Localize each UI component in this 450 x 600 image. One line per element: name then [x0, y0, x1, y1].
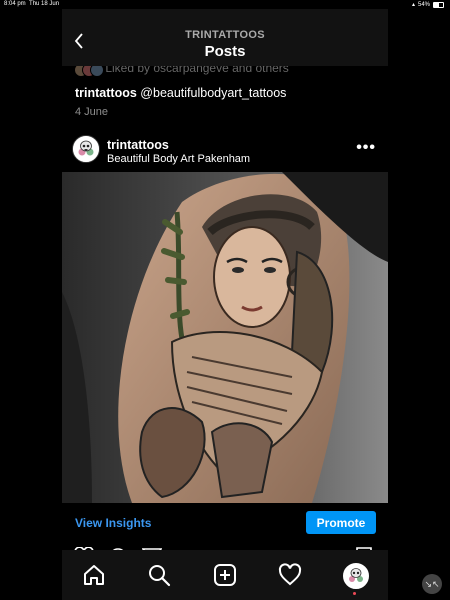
status-date: Thu 18 Jun — [29, 1, 60, 7]
status-bar: 8:04 pm Thu 18 Jun ▴ 54% — [0, 0, 450, 9]
status-time-date: 8:04 pm Thu 18 Jun — [4, 1, 59, 7]
search-icon — [149, 565, 171, 587]
battery-percent: 54% — [417, 1, 430, 8]
post-location[interactable]: Beautiful Body Art Pakenham — [107, 153, 250, 165]
top-nav-bar: TRINTATTOOS Posts — [62, 9, 388, 66]
battery-icon — [433, 1, 444, 8]
minimize-button[interactable]: ↘↖ — [422, 574, 442, 594]
tab-home[interactable] — [82, 563, 106, 587]
heart-icon — [278, 563, 302, 586]
more-options-button[interactable]: ••• — [356, 139, 376, 157]
insights-bar: View Insights Promote — [62, 503, 388, 543]
tab-activity[interactable] — [278, 563, 302, 587]
bottom-tab-bar — [62, 550, 388, 600]
promote-button[interactable]: Promote — [306, 511, 376, 534]
header-username: TRINTATTOOS — [185, 29, 265, 41]
caption-mention[interactable]: @beautifulbodyart_tattoos — [140, 86, 286, 100]
post-image[interactable] — [62, 172, 388, 503]
post-username[interactable]: trintattoos — [107, 138, 169, 152]
wifi-icon: ▴ — [411, 2, 415, 8]
post-caption: trintattoos @beautifulbodyart_tattoos — [75, 86, 286, 100]
instagram-app: TRINTATTOOS Posts Liked by oscarpangeve … — [62, 9, 388, 600]
status-time: 8:04 pm — [4, 1, 26, 7]
skull-logo-icon — [73, 136, 99, 162]
notification-dot — [353, 592, 356, 595]
home-icon — [84, 565, 104, 585]
caption-username[interactable]: trintattoos — [75, 86, 137, 100]
tattoo-photo — [62, 172, 388, 503]
liked-by-row[interactable]: Liked by oscarpangeve and others — [74, 66, 289, 76]
tab-search[interactable] — [147, 563, 171, 587]
liker-avatars — [74, 66, 104, 76]
avatar[interactable] — [72, 135, 100, 163]
post-date: 4 June — [75, 106, 109, 118]
plus-square-icon — [214, 564, 236, 586]
tab-profile[interactable] — [343, 563, 369, 589]
view-insights-link[interactable]: View Insights — [75, 516, 151, 530]
page-title: Posts — [204, 43, 246, 60]
tab-new-post[interactable] — [213, 563, 237, 587]
liked-by-text: Liked by oscarpangeve and others — [105, 66, 289, 75]
status-right: ▴ 54% — [412, 1, 444, 8]
post-header: trintattoos Beautiful Body Art Pakenham … — [62, 127, 388, 171]
avatar — [344, 564, 368, 588]
collapse-arrows-icon: ↘↖ — [424, 578, 440, 589]
